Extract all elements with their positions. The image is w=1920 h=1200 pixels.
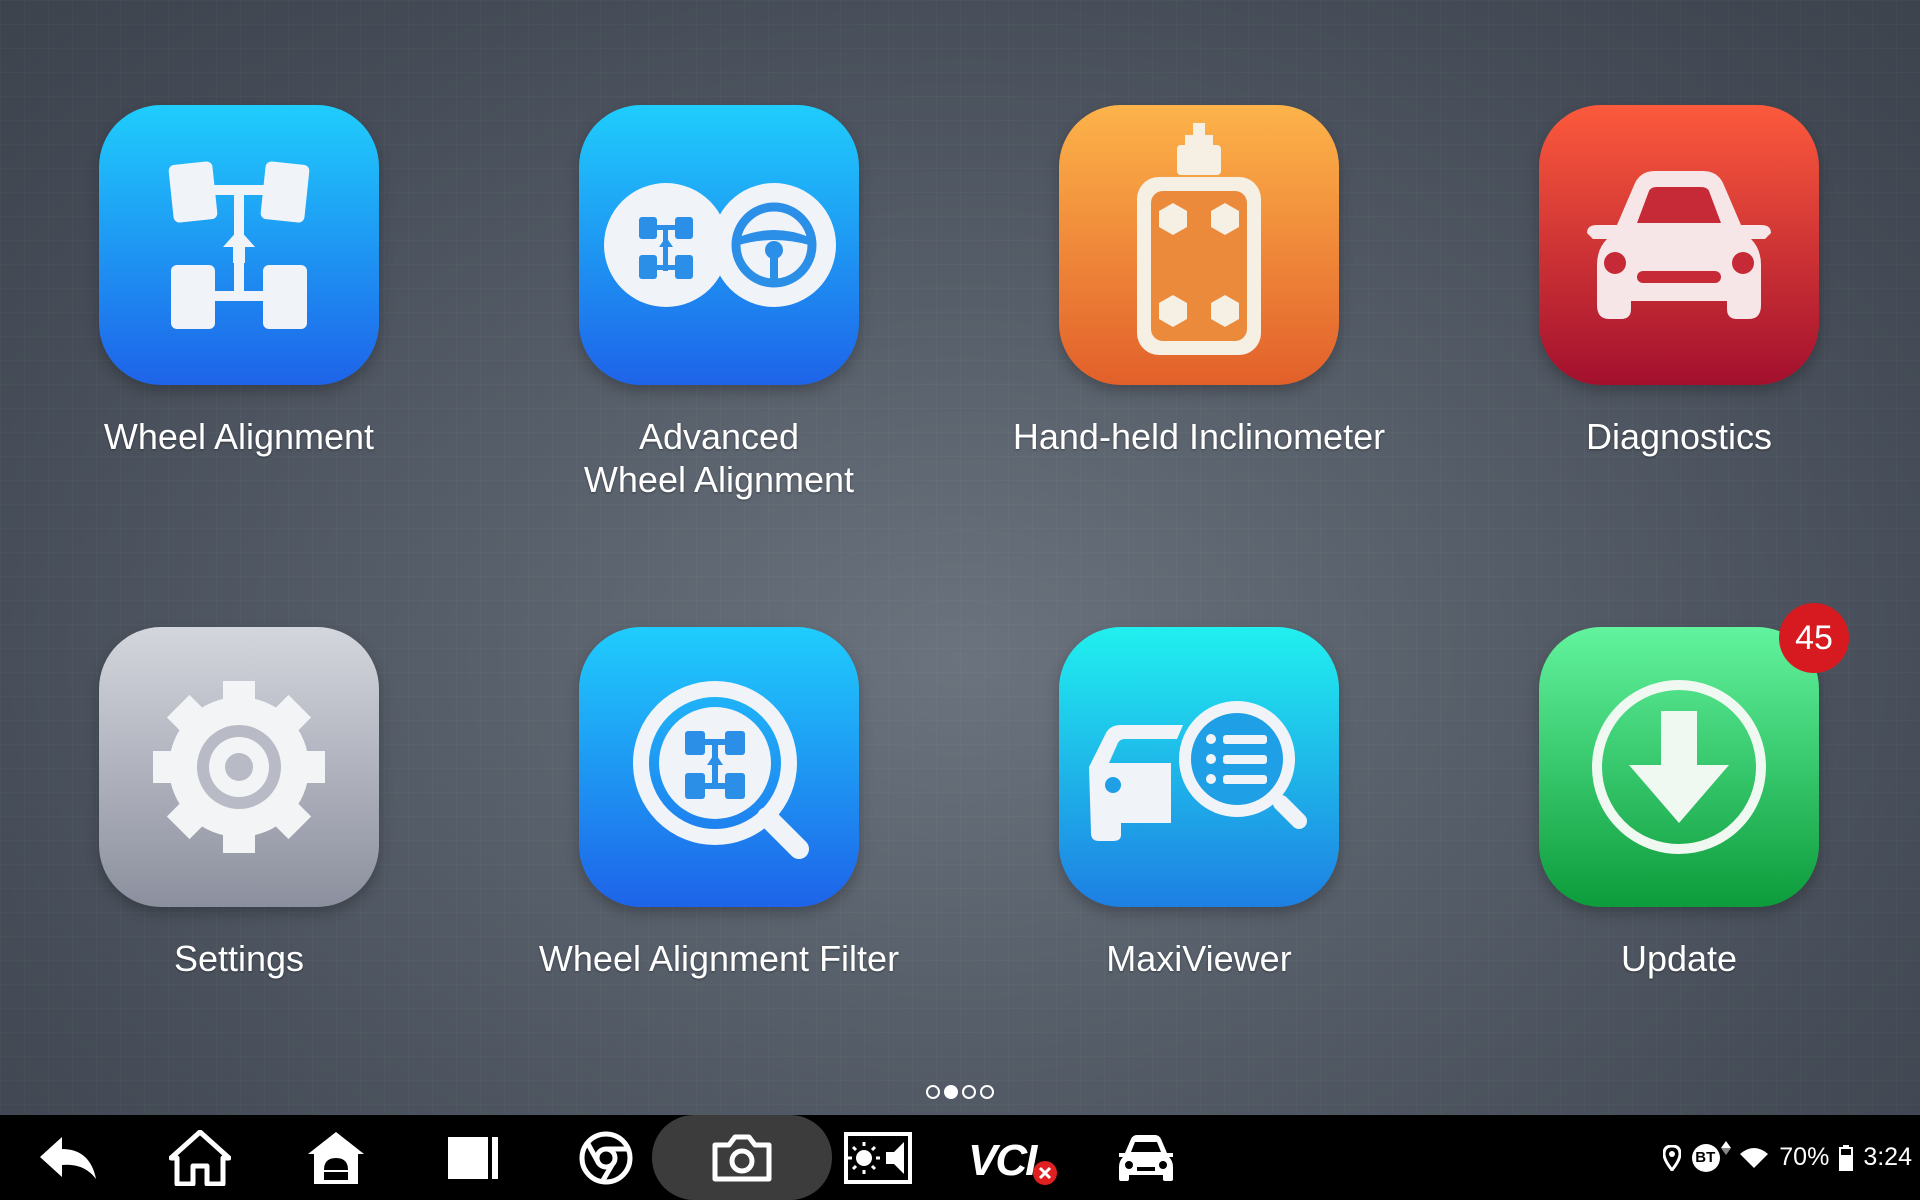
battery-icon [1839,1144,1854,1171]
bluetooth-icon: BT [1691,1140,1732,1173]
vci-label: VCI [968,1135,1037,1185]
app-label: Wheel Alignment [103,416,375,457]
android-home-icon [308,1131,364,1184]
download-icon: 45 [1539,603,1849,907]
android-home-button[interactable] [296,1115,376,1200]
back-icon [40,1136,96,1179]
car-icon [1539,105,1819,385]
update-count-badge: 45 [1779,603,1849,673]
app-hand-held-inclinometer[interactable]: Hand-held Inclinometer [989,105,1409,458]
app-label: Hand-held Inclinometer [1012,416,1386,457]
gear-icon [99,627,379,907]
page-dot-active[interactable] [944,1085,958,1099]
maxiviewer-icon [1059,627,1339,907]
app-wheel-alignment-filter[interactable]: Wheel Alignment Filter [509,627,929,980]
chrome-icon [579,1131,633,1184]
taskbar: VCI BT 70% 3:24 [0,1115,1920,1200]
app-label: Advanced Wheel Alignment [583,416,855,500]
location-icon [1663,1144,1682,1171]
app-settings[interactable]: Settings [29,627,449,980]
app-label: Settings [173,938,305,979]
recents-icon [448,1136,498,1179]
screenshot-camera-button[interactable] [652,1115,832,1200]
inclinometer-icon [1059,105,1339,385]
chrome-button[interactable] [566,1115,646,1200]
back-button[interactable] [28,1115,108,1200]
app-label: Wheel Alignment Filter [538,938,900,979]
advanced-wheel-alignment-icon [579,105,859,385]
app-label: MaxiViewer [1106,938,1292,979]
wheel-alignment-icon [99,105,379,385]
vci-button[interactable]: VCI [964,1115,1064,1200]
app-advanced-wheel-alignment[interactable]: Advanced Wheel Alignment [509,105,929,501]
app-label: Diagnostics [1585,416,1773,457]
page-dot[interactable] [926,1085,940,1099]
page-indicator [926,1084,994,1100]
wifi-icon [1740,1147,1769,1168]
battery-percent: 70% [1779,1143,1830,1171]
home-button[interactable] [160,1115,240,1200]
app-diagnostics[interactable]: Diagnostics [1469,105,1889,458]
app-update[interactable]: 45 Update [1469,603,1889,980]
alignment-filter-icon [579,627,859,907]
app-wheel-alignment[interactable]: Wheel Alignment [29,105,449,458]
page-dot[interactable] [962,1085,976,1099]
brightness-volume-button[interactable] [840,1115,916,1200]
vci-disconnected-icon [1033,1160,1057,1185]
status-bar: BT 70% 3:24 [1663,1115,1912,1200]
app-label: Update [1620,938,1738,979]
page-dot[interactable] [980,1085,994,1099]
clock: 3:24 [1863,1143,1912,1171]
vehicle-button[interactable] [1106,1115,1186,1200]
brightness-volume-icon [844,1131,912,1184]
car-icon [1119,1134,1173,1181]
app-maxiviewer[interactable]: MaxiViewer [989,627,1409,980]
recents-button[interactable] [432,1115,512,1200]
camera-icon [712,1134,772,1181]
home-icon [169,1129,231,1186]
